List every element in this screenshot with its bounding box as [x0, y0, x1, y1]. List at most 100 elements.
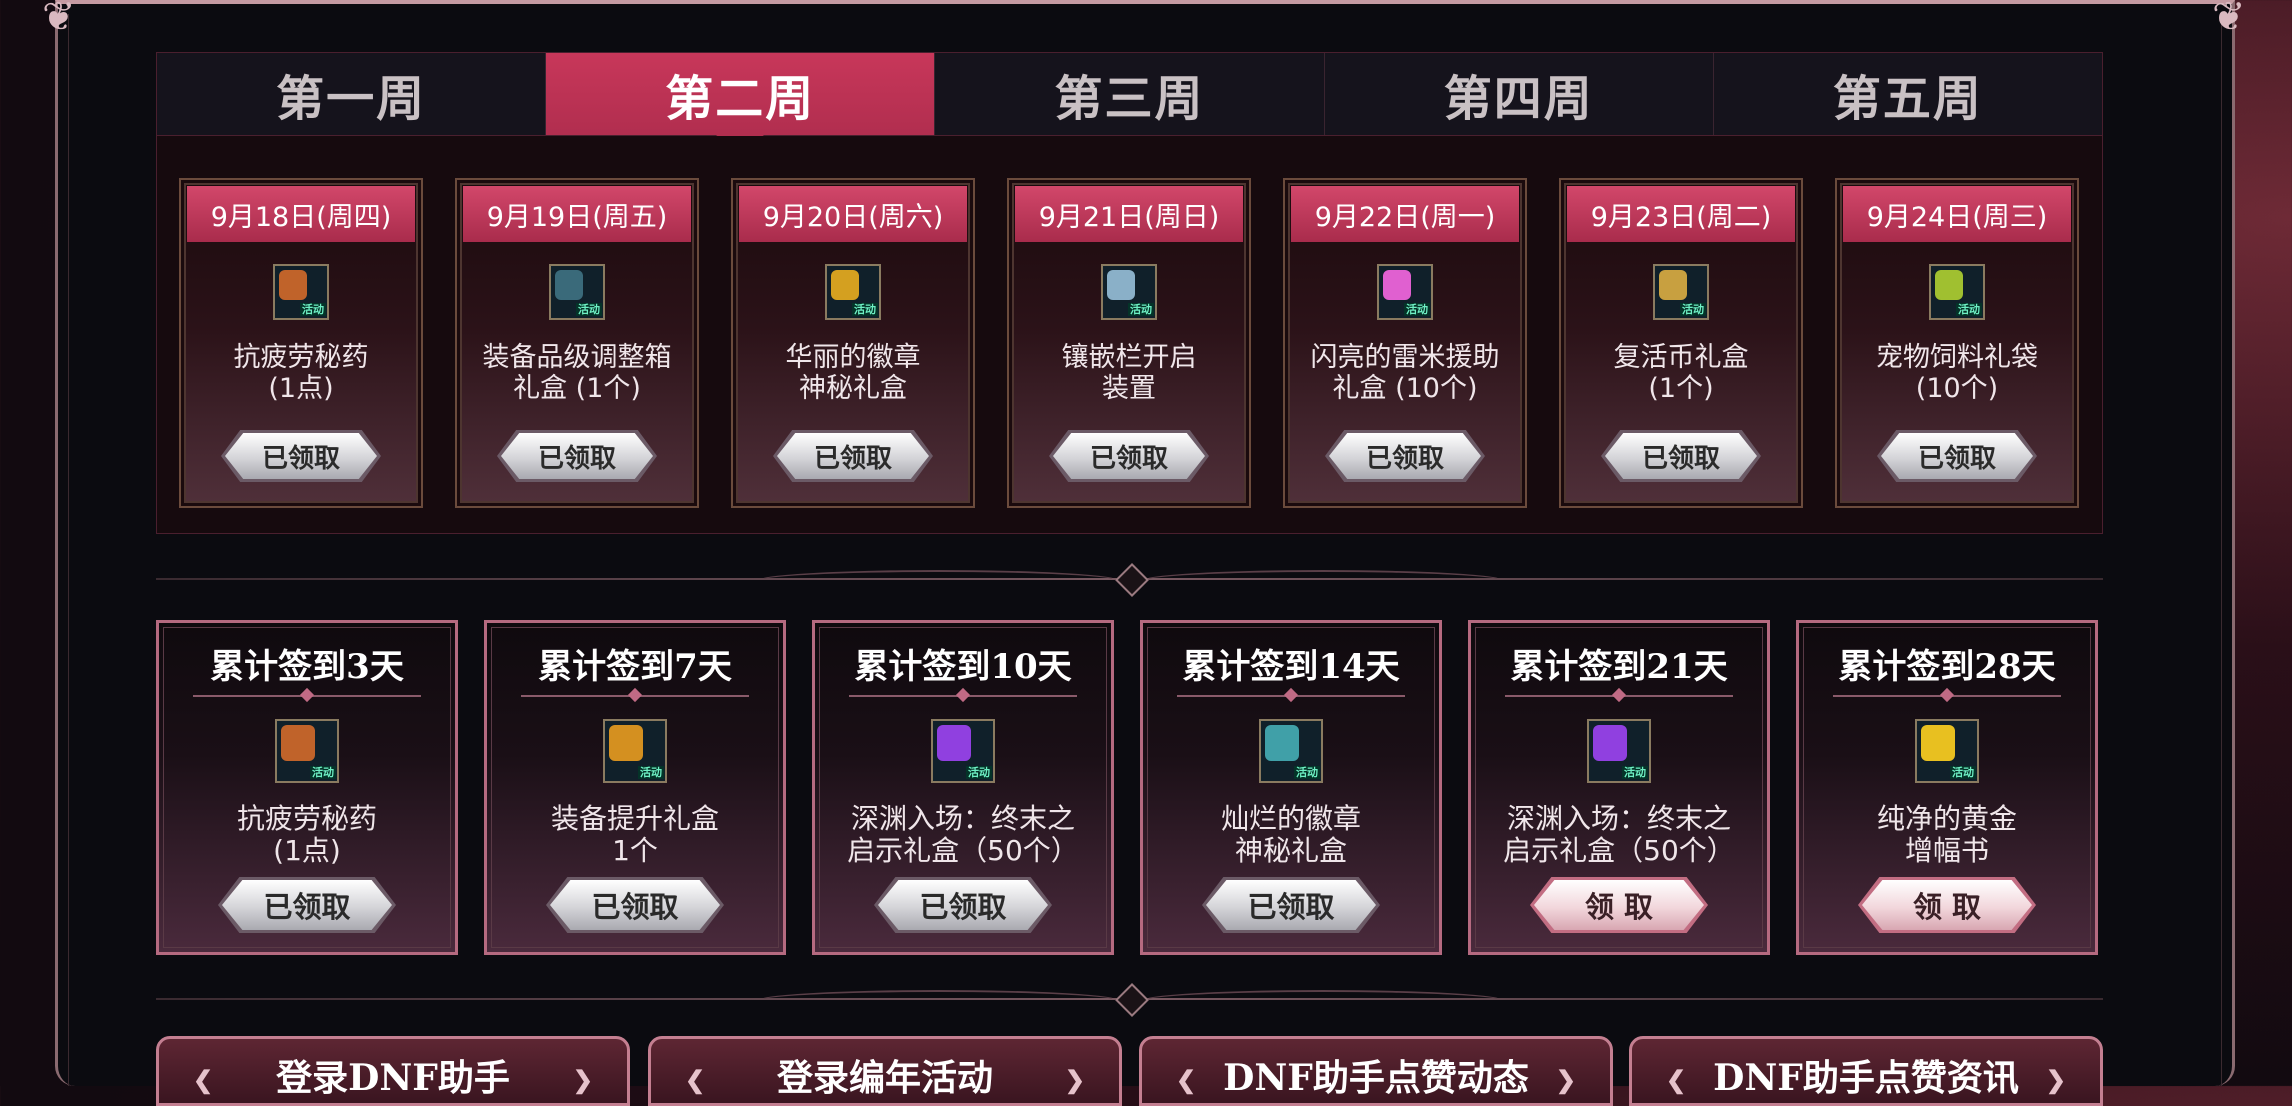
tab-week-5[interactable]: 第五周: [1714, 53, 2102, 135]
reward-name: 镶嵌栏开启 装置: [1061, 342, 1197, 404]
daily-reward-card: 9月21日(周日) 活动 镶嵌栏开启 装置 已领取: [1007, 178, 1251, 508]
reward-name: 深渊入场：终末之 启示礼盒（50个）: [847, 802, 1079, 867]
claimed-button-frame: 已领取: [1049, 430, 1209, 482]
chevron-left-icon: ❮: [1666, 1065, 1687, 1094]
button-label: 登录编年活动: [776, 1057, 993, 1099]
login-chronicle-button[interactable]: ❮ 登录编年活动 ❯: [648, 1036, 1122, 1106]
chevron-right-icon: ❯: [1064, 1065, 1085, 1094]
reward-name: 抗疲劳秘药 (1点): [233, 342, 369, 404]
button-label: DNF助手点赞资讯: [1713, 1057, 2019, 1099]
claimed-button[interactable]: 已领取: [225, 433, 377, 479]
title-ornament: [193, 695, 421, 697]
daily-reward-card: 9月20日(周六) 活动 华丽的徽章 神秘礼盒 已领取: [731, 178, 975, 508]
gold-box-icon: 活动: [603, 719, 667, 783]
cumulative-title: 累计签到7天: [538, 647, 732, 687]
daily-reward-card: 9月22日(周一) 活动 闪亮的雷米援助 礼盒 (10个) 已领取: [1283, 178, 1527, 508]
cumulative-title: 累计签到28天: [1838, 647, 2056, 687]
chevron-right-icon: ❯: [2045, 1065, 2066, 1094]
gold-emblem-box-icon: 活动: [825, 264, 881, 320]
button-label: 登录DNF助手: [276, 1057, 510, 1099]
cumulative-reward-card: 累计签到7天 活动 装备提升礼盒 1个 已领取: [484, 620, 786, 955]
reward-date: 9月21日(周日): [1015, 186, 1243, 242]
tab-week-3[interactable]: 第三周: [935, 53, 1325, 135]
section-divider: [156, 983, 2103, 1017]
sparkle-box-icon: 活动: [1377, 264, 1433, 320]
title-ornament: [1177, 695, 1405, 697]
like-helper-feed-button[interactable]: ❮ DNF助手点赞动态 ❯: [1139, 1036, 1613, 1106]
cumulative-reward-card: 累计签到21天 活动 深渊入场：终末之 启示礼盒（50个） 领 取: [1468, 620, 1770, 955]
potion-icon: 活动: [273, 264, 329, 320]
divider-gem-icon: [1114, 983, 1149, 1017]
week-tabs: 第一周 第二周 第三周 第四周 第五周: [156, 52, 2103, 153]
pet-food-icon: 活动: [1929, 264, 1985, 320]
reward-name: 抗疲劳秘药 (1点): [236, 802, 377, 867]
claimed-button-frame: 已领取: [773, 430, 933, 482]
reward-date: 9月24日(周三): [1843, 186, 2071, 242]
tab-week-1[interactable]: 第一周: [157, 53, 547, 135]
claimed-button-frame: 已领取: [546, 877, 724, 933]
chevron-left-icon: ❮: [1176, 1065, 1197, 1094]
claimed-button[interactable]: 已领取: [550, 880, 720, 930]
divider-gem-icon: [1114, 563, 1149, 597]
claimed-button[interactable]: 已领取: [1605, 433, 1757, 479]
reward-date: 9月20日(周六): [739, 186, 967, 242]
claimed-button-frame: 已领取: [1601, 430, 1761, 482]
title-ornament: [521, 695, 749, 697]
reward-name: 深渊入场：终末之 启示礼盒（50个）: [1503, 802, 1735, 867]
claimed-button-frame: 已领取: [218, 877, 396, 933]
reward-name: 华丽的徽章 神秘礼盒: [785, 342, 921, 404]
reward-date: 9月22日(周一): [1291, 186, 1519, 242]
button-label: DNF助手点赞动态: [1223, 1057, 1529, 1099]
reward-name: 灿烂的徽章 神秘礼盒: [1220, 802, 1361, 867]
daily-reward-card: 9月18日(周四) 活动 抗疲劳秘药 (1点) 已领取: [179, 178, 423, 508]
chevron-right-icon: ❯: [1555, 1065, 1576, 1094]
tab-week-2[interactable]: 第二周: [546, 53, 936, 153]
title-ornament: [1833, 695, 2061, 697]
potion-icon: 活动: [275, 719, 339, 783]
chevron-left-icon: ❮: [685, 1065, 706, 1094]
reward-name: 装备品级调整箱 礼盒 (1个): [482, 342, 672, 404]
claimed-button[interactable]: 已领取: [1053, 433, 1205, 479]
claim-button-frame: 领 取: [1858, 877, 2036, 933]
claimed-button[interactable]: 已领取: [777, 433, 929, 479]
claimed-button-frame: 已领取: [1325, 430, 1485, 482]
daily-rewards-panel: 9月18日(周四) 活动 抗疲劳秘药 (1点) 已领取 9月19日(周五) 活动…: [156, 136, 2103, 534]
cumulative-title: 累计签到14天: [1182, 647, 1400, 687]
claimed-button[interactable]: 已领取: [1881, 433, 2033, 479]
title-ornament: [849, 695, 1077, 697]
claim-button[interactable]: 领 取: [1862, 880, 2032, 930]
reward-name: 复活币礼盒 (1个): [1613, 342, 1749, 404]
abyss-ticket-icon: 活动: [1587, 719, 1651, 783]
gold-amplify-book-icon: 活动: [1915, 719, 1979, 783]
claimed-button[interactable]: 已领取: [878, 880, 1048, 930]
reward-date: 9月19日(周五): [463, 186, 691, 242]
equipment-box-icon: 活动: [549, 264, 605, 320]
daily-reward-card: 9月23日(周二) 活动 复活币礼盒 (1个) 已领取: [1559, 178, 1803, 508]
claimed-button[interactable]: 已领取: [1329, 433, 1481, 479]
reward-name: 宠物饲料礼袋 (10个): [1876, 342, 2038, 404]
chevron-left-icon: ❮: [193, 1065, 214, 1094]
chevron-right-icon: ❯: [572, 1065, 593, 1094]
socket-device-icon: 活动: [1101, 264, 1157, 320]
abyss-ticket-icon: 活动: [931, 719, 995, 783]
reward-name: 纯净的黄金 增幅书: [1876, 802, 2017, 867]
daily-reward-card: 9月19日(周五) 活动 装备品级调整箱 礼盒 (1个) 已领取: [455, 178, 699, 508]
reward-date: 9月23日(周二): [1567, 186, 1795, 242]
claim-button-frame: 领 取: [1530, 877, 1708, 933]
daily-reward-card: 9月24日(周三) 活动 宠物饲料礼袋 (10个) 已领取: [1835, 178, 2079, 508]
claim-button[interactable]: 领 取: [1534, 880, 1704, 930]
cumulative-reward-card: 累计签到3天 活动 抗疲劳秘药 (1点) 已领取: [156, 620, 458, 955]
reward-name: 闪亮的雷米援助 礼盒 (10个): [1310, 342, 1500, 404]
reward-name: 装备提升礼盒 1个: [550, 802, 719, 867]
claimed-button[interactable]: 已领取: [222, 880, 392, 930]
claimed-button[interactable]: 已领取: [1206, 880, 1376, 930]
like-helper-news-button[interactable]: ❮ DNF助手点赞资讯 ❯: [1629, 1036, 2103, 1106]
claimed-button-frame: 已领取: [1877, 430, 2037, 482]
section-divider: [156, 563, 2103, 597]
cumulative-reward-card: 累计签到28天 活动 纯净的黄金 增幅书 领 取: [1796, 620, 2098, 955]
cumulative-title: 累计签到21天: [1510, 647, 1728, 687]
claimed-button-frame: 已领取: [221, 430, 381, 482]
login-dnf-helper-button[interactable]: ❮ 登录DNF助手 ❯: [156, 1036, 630, 1106]
tab-week-4[interactable]: 第四周: [1325, 53, 1714, 135]
claimed-button[interactable]: 已领取: [501, 433, 653, 479]
